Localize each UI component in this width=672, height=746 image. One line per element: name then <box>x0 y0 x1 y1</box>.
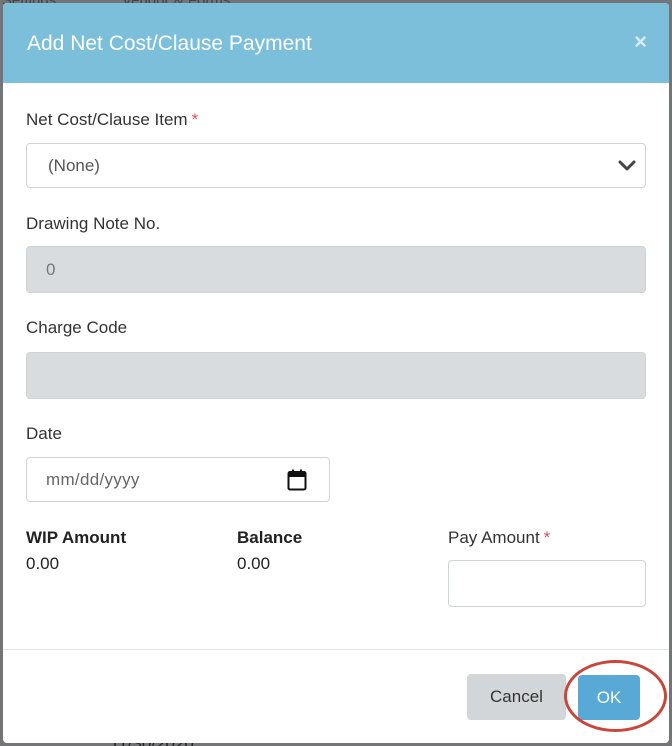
close-icon[interactable]: × <box>634 31 647 53</box>
net-cost-item-label: Net Cost/Clause Item * <box>26 110 198 130</box>
add-payment-dialog: Add Net Cost/Clause Payment × Net Cost/C… <box>3 3 669 743</box>
net-cost-item-value: (None) <box>48 156 100 175</box>
balance-label: Balance <box>237 528 303 547</box>
charge-code-field <box>26 352 646 399</box>
charge-code-label: Charge Code <box>26 318 128 337</box>
pay-amount-label: Pay Amount * <box>448 528 550 548</box>
required-marker: * <box>543 528 551 547</box>
date-label: Date <box>26 424 62 443</box>
pay-amount-input[interactable] <box>448 560 646 607</box>
modal-header: Add Net Cost/Clause Payment × <box>3 3 669 83</box>
pay-amount-label-text: Pay Amount <box>448 528 540 547</box>
ok-button[interactable]: OK <box>578 675 640 720</box>
drawing-note-value: 0 <box>46 260 56 279</box>
drawing-note-label: Drawing Note No. <box>26 214 161 233</box>
required-marker: * <box>191 110 199 129</box>
date-field[interactable]: mm/dd/yyyy <box>26 457 330 502</box>
cancel-button[interactable]: Cancel <box>467 674 566 720</box>
modal-title: Add Net Cost/Clause Payment <box>27 32 312 55</box>
net-cost-item-select[interactable]: (None) <box>26 143 646 188</box>
wip-amount-value: 0.00 <box>26 554 60 573</box>
net-cost-item-label-text: Net Cost/Clause Item <box>26 110 188 129</box>
balance-value: 0.00 <box>237 554 271 573</box>
wip-amount-label: WIP Amount <box>26 528 127 547</box>
footer-divider <box>3 649 669 650</box>
drawing-note-field: 0 <box>26 246 646 293</box>
calendar-icon[interactable] <box>287 469 307 491</box>
chevron-down-icon <box>618 160 636 171</box>
date-placeholder: mm/dd/yyyy <box>46 470 140 489</box>
